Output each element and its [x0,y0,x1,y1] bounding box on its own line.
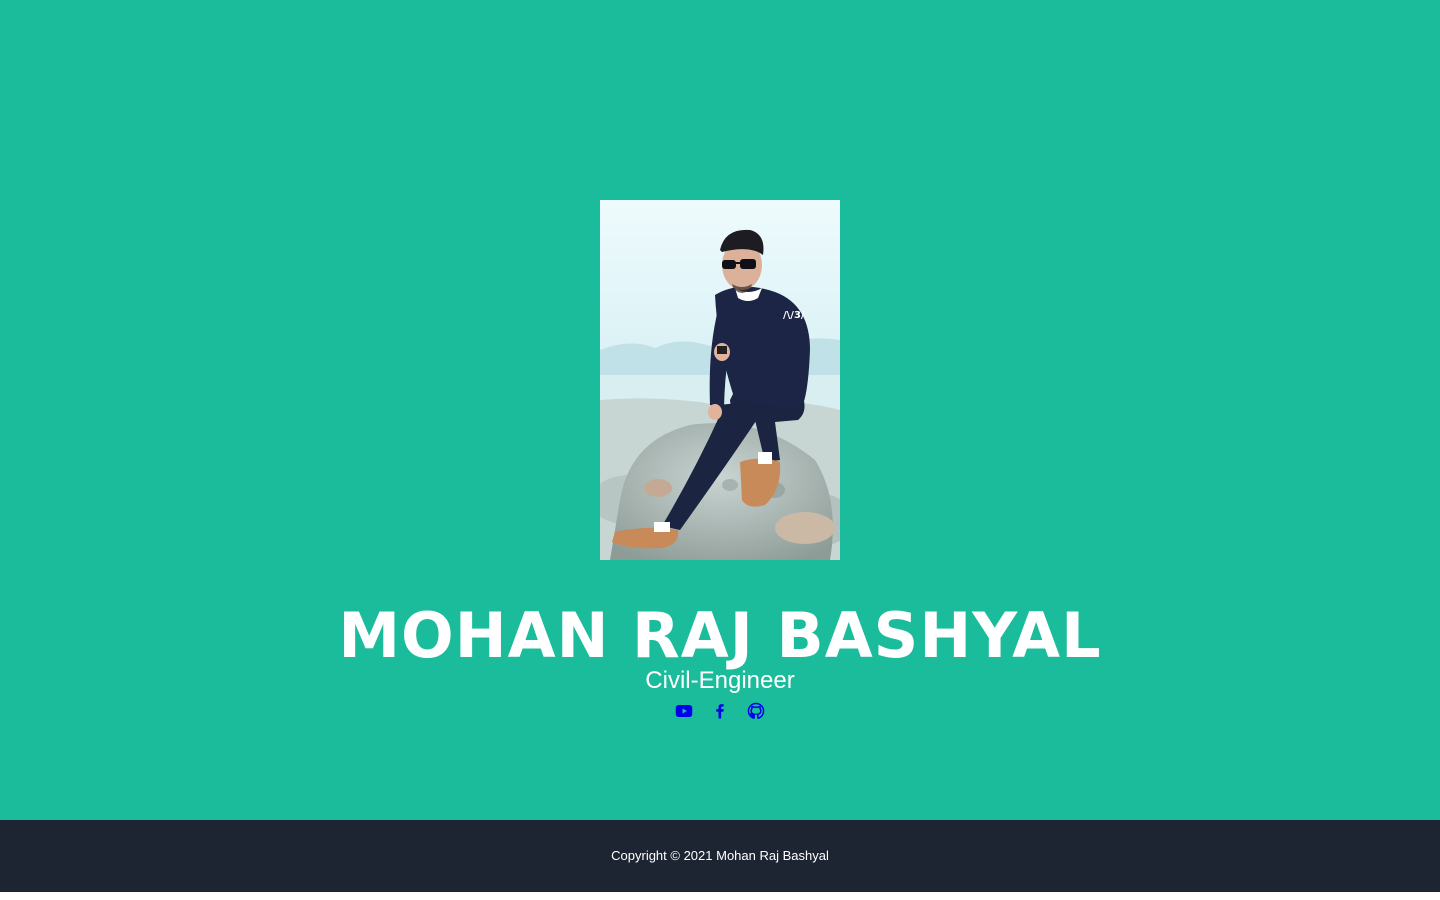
svg-text:/\/3/: /\/3/ [783,310,805,321]
copyright-text: Copyright © 2021 Mohan Raj Bashyal [611,848,829,863]
social-links [0,702,1440,722]
profile-name: MOHAN RAJ BASHYAL [338,599,1102,672]
profile-photo: /\/3/ [600,200,840,560]
facebook-icon [716,704,724,719]
github-icon [747,702,765,719]
profile-photo-illustration: /\/3/ [600,200,840,560]
facebook-link[interactable] [711,702,729,720]
youtube-icon [675,705,693,717]
github-link[interactable] [747,702,765,720]
youtube-link[interactable] [675,702,693,720]
profile-title: Civil-Engineer [645,667,795,694]
